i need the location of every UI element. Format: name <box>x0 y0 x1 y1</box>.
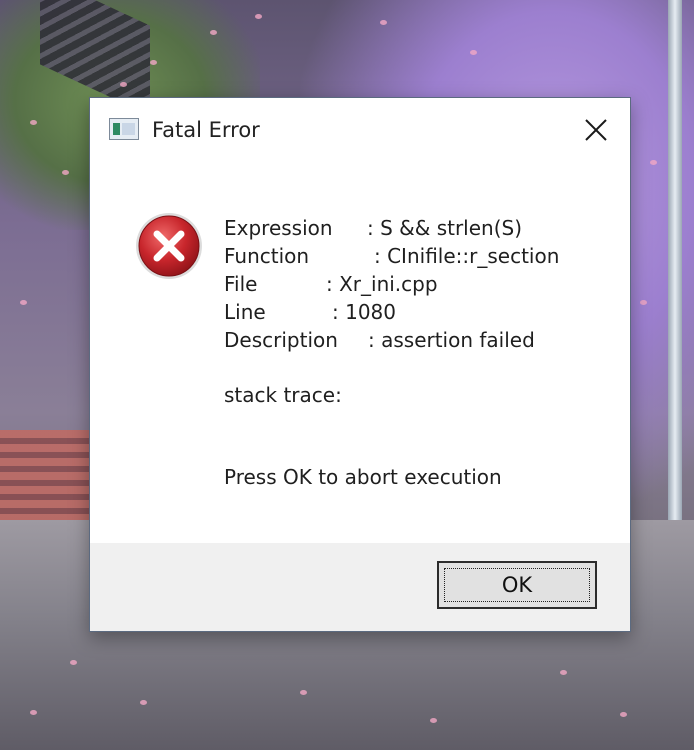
error-x-icon <box>136 213 202 279</box>
detail-key: Description <box>224 328 338 352</box>
detail-value: : assertion failed <box>368 328 535 352</box>
detail-key: File <box>224 272 258 296</box>
detail-value: : S && strlen(S) <box>367 216 523 240</box>
dialog-footer: OK <box>90 543 630 631</box>
abort-prompt: Press OK to abort execution <box>224 465 502 489</box>
detail-value: : Xr_ini.cpp <box>326 272 438 296</box>
dialog-content: Expression : S && strlen(S) Function : C… <box>90 162 630 542</box>
ok-label: OK <box>501 573 533 597</box>
detail-key: Function <box>224 244 310 268</box>
window-app-icon <box>109 118 139 140</box>
fatal-error-dialog: Fatal Error Expression: S && strlen(S) … <box>89 97 631 632</box>
ok-button[interactable]: OK <box>437 561 597 609</box>
title-bar[interactable]: Fatal Error <box>90 98 630 162</box>
stack-trace-label: stack trace: <box>224 383 342 407</box>
detail-value: : 1080 <box>332 300 396 324</box>
detail-value: : CInifile::r_section <box>374 244 560 268</box>
dialog-title: Fatal Error <box>152 118 260 142</box>
close-button[interactable] <box>572 110 620 150</box>
detail-key: Line <box>224 300 266 324</box>
detail-key: Expression <box>224 216 333 240</box>
close-icon <box>585 119 607 141</box>
